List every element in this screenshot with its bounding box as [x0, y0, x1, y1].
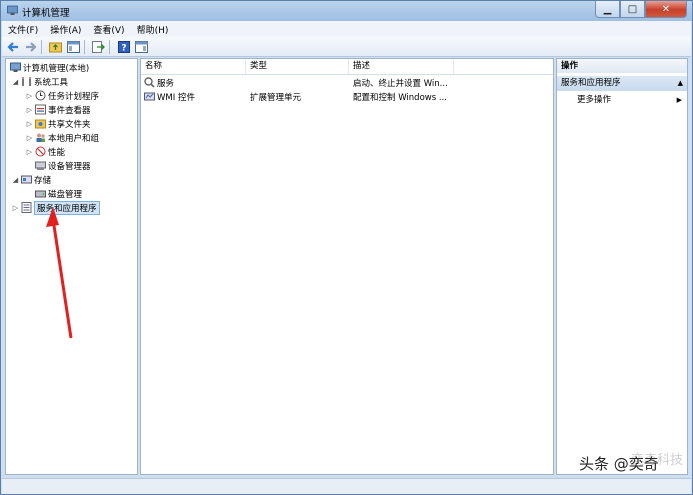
- watermark-text: 头条 @奕奇: [579, 455, 659, 473]
- red-arrow-annotation: [46, 207, 73, 339]
- computer-management-window: 计算机管理 ▁ □ ✕ 文件(F) 操作(A) 查看(V) 帮助(H) ? 计算…: [0, 0, 693, 495]
